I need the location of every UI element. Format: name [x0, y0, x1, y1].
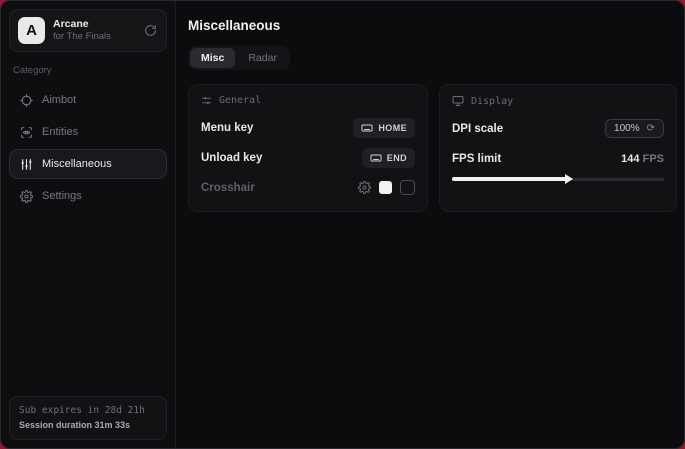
unload-key-row: Unload key END — [201, 146, 415, 169]
fps-limit-row: FPS limit 144 FPS — [452, 147, 664, 170]
unload-key-bind-button[interactable]: END — [362, 148, 415, 168]
subscription-status-card: Sub expires in 28d 21h Session duration … — [9, 396, 167, 440]
general-panel-header: General — [201, 95, 415, 106]
brand-logo: A — [18, 17, 45, 44]
sidebar-item-label: Settings — [42, 190, 82, 202]
monitor-icon — [452, 95, 464, 107]
sliders-horizontal-icon — [201, 95, 212, 106]
panel-row: General Menu key HOME Unload key — [188, 84, 677, 212]
dpi-scale-label: DPI scale — [452, 123, 503, 135]
display-panel-title: Display — [471, 96, 513, 107]
tab-misc[interactable]: Misc — [190, 48, 235, 68]
dpi-scale-button[interactable]: 100% ⟳ — [605, 119, 664, 138]
dpi-scale-row: DPI scale 100% ⟳ — [452, 117, 664, 140]
display-panel-header: Display — [452, 95, 664, 107]
brand-title: Arcane — [53, 18, 134, 31]
refresh-icon[interactable] — [142, 23, 158, 39]
crosshair-color-swatch[interactable] — [379, 181, 392, 194]
crosshair-checkbox[interactable] — [400, 180, 415, 195]
sub-expiry-text: Sub expires in 28d 21h — [19, 404, 157, 418]
unload-key-label: Unload key — [201, 152, 262, 164]
keyboard-icon — [370, 152, 382, 164]
sidebar: A Arcane for The Finals Category Aimbot — [1, 1, 176, 448]
general-panel: General Menu key HOME Unload key — [188, 84, 428, 212]
sidebar-item-label: Miscellaneous — [42, 158, 112, 170]
menu-key-row: Menu key HOME — [201, 116, 415, 139]
tab-bar: Misc Radar — [188, 46, 290, 70]
crosshair-label: Crosshair — [201, 182, 255, 194]
brand-subtitle: for The Finals — [53, 31, 134, 43]
sidebar-item-aimbot[interactable]: Aimbot — [9, 85, 167, 115]
fps-limit-value: 144 FPS — [621, 153, 664, 165]
fps-slider-thumb[interactable] — [565, 174, 573, 184]
sidebar-item-label: Aimbot — [42, 94, 76, 106]
unload-key-value: END — [387, 153, 407, 163]
page-title: Miscellaneous — [188, 18, 677, 33]
app-window: A Arcane for The Finals Category Aimbot — [0, 0, 685, 449]
general-panel-title: General — [219, 95, 261, 106]
sliders-icon — [19, 157, 33, 171]
display-panel: Display DPI scale 100% ⟳ FPS limit 144 F… — [439, 84, 677, 212]
reset-icon[interactable]: ⟳ — [647, 123, 655, 134]
keyboard-icon — [361, 122, 373, 134]
sidebar-item-entities[interactable]: Entities — [9, 117, 167, 147]
main-content: Miscellaneous Misc Radar General — [176, 1, 685, 448]
crosshair-settings-gear-icon[interactable] — [358, 181, 371, 194]
session-duration-text: Session duration 31m 33s — [19, 419, 157, 433]
sidebar-item-settings[interactable]: Settings — [9, 181, 167, 211]
crosshair-controls — [358, 180, 415, 195]
sidebar-item-label: Entities — [42, 126, 78, 138]
gear-icon — [19, 189, 33, 203]
dpi-scale-value: 100% — [614, 123, 640, 134]
category-label: Category — [13, 65, 163, 76]
crosshair-icon — [19, 93, 33, 107]
sidebar-item-miscellaneous[interactable]: Miscellaneous — [9, 149, 167, 179]
menu-key-label: Menu key — [201, 122, 253, 134]
crosshair-row: Crosshair — [201, 176, 415, 199]
menu-key-value: HOME — [378, 123, 407, 133]
fps-limit-label: FPS limit — [452, 153, 501, 165]
fps-number: 144 — [621, 153, 639, 165]
brand-card: A Arcane for The Finals — [9, 9, 167, 52]
fps-limit-slider[interactable] — [452, 173, 664, 185]
menu-key-bind-button[interactable]: HOME — [353, 118, 415, 138]
fps-unit: FPS — [643, 153, 664, 165]
fps-slider-fill — [452, 177, 569, 181]
scan-eye-icon — [19, 125, 33, 139]
tab-radar[interactable]: Radar — [237, 48, 288, 68]
sidebar-nav: Aimbot Entities Miscel — [9, 85, 167, 211]
brand-text: Arcane for The Finals — [53, 18, 134, 43]
